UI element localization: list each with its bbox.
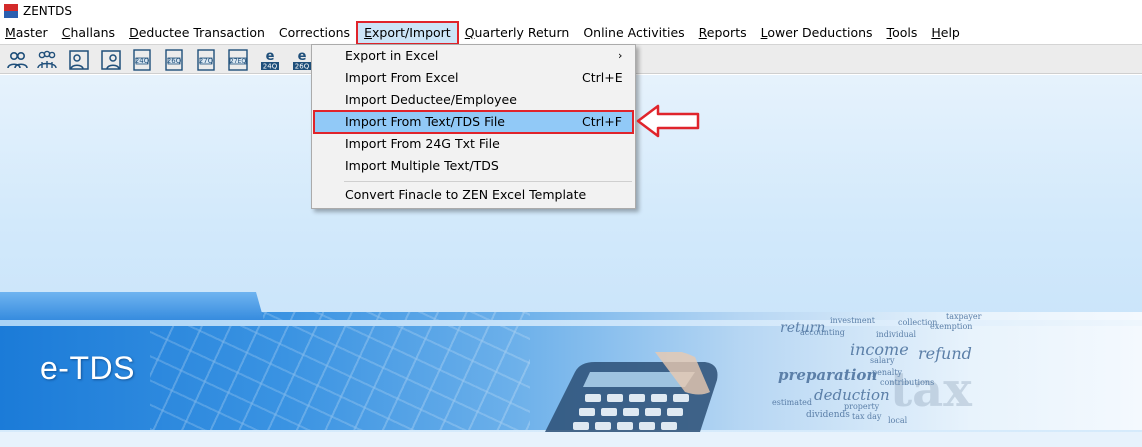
menu-label: aster	[15, 25, 48, 40]
menuitem-export-in-excel[interactable]: Export in Excel ›	[314, 45, 633, 67]
form-27q-icon[interactable]: 27Q	[194, 48, 218, 72]
menuitem-label: Import From 24G Txt File	[345, 136, 500, 151]
menu-reports[interactable]: Reports	[692, 22, 754, 44]
menu-label: ools	[892, 25, 918, 40]
banner-title: e-TDS	[40, 350, 135, 386]
form-label: 27Q	[199, 57, 214, 65]
export-import-dropdown: Export in Excel › Import From Excel Ctrl…	[311, 44, 636, 209]
menuitem-label: Export in Excel	[345, 48, 439, 63]
menu-accel: Q	[464, 25, 475, 40]
menuitem-convert-finacle[interactable]: Convert Finacle to ZEN Excel Template	[314, 184, 633, 206]
menu-separator	[344, 181, 632, 182]
banner-grid-pattern	[150, 312, 530, 430]
word-refund: refund	[918, 344, 972, 363]
word-collection: collection	[898, 318, 938, 327]
menu-bar: Master Challans Deductee Transaction Cor…	[0, 21, 1142, 45]
word-preparation: preparation	[778, 366, 878, 384]
word-taxpayer: taxpayer	[946, 312, 982, 321]
menu-label: eductee Transaction	[138, 25, 265, 40]
menu-label: Corrections	[278, 25, 351, 40]
word-individual: individual	[876, 330, 917, 339]
bottom-strip	[0, 432, 1142, 447]
menu-accel: R	[698, 25, 707, 40]
menu-accel: H	[931, 25, 941, 40]
menuitem-shortcut: Ctrl+F	[582, 114, 622, 129]
menu-deductee-transaction[interactable]: Deductee Transaction	[122, 22, 272, 44]
menuitem-label: Import From Text/TDS File	[345, 114, 505, 129]
menu-challans[interactable]: Challans	[55, 22, 122, 44]
menuitem-import-from-text-tds-file[interactable]: Import From Text/TDS File Ctrl+F	[313, 110, 634, 134]
word-contributions: contributions	[880, 378, 935, 387]
menu-online-activities[interactable]: Online Activities	[576, 22, 691, 44]
menu-accel: D	[129, 25, 139, 40]
etds-banner: e-TDS income refund preparation deductio…	[0, 292, 1142, 432]
menu-export-import[interactable]: Export/Import	[356, 21, 459, 45]
word-estimated: estimated	[772, 398, 813, 407]
form-24q-icon[interactable]: 24Q	[130, 48, 154, 72]
menu-label: Online Activities	[583, 25, 685, 40]
window-title: ZENTDS	[23, 4, 72, 18]
word-tax: tax	[890, 362, 972, 418]
menu-label: eports	[706, 25, 747, 40]
word-salary: salary	[870, 356, 895, 365]
word-penalty: penalty	[872, 368, 903, 377]
word-accounting: accounting	[800, 328, 845, 337]
menu-label: uarterly Return	[474, 25, 570, 40]
menuitem-label: Convert Finacle to ZEN Excel Template	[345, 187, 587, 202]
zen-logo-icon	[4, 4, 18, 18]
employee-icon[interactable]	[67, 48, 91, 72]
title-bar: ZENTDS	[0, 0, 1142, 22]
menuitem-label: Import Deductee/Employee	[345, 92, 517, 107]
e-24q-icon[interactable]: e 24Q	[258, 48, 282, 72]
menuitem-import-multiple-text-tds[interactable]: Import Multiple Text/TDS	[314, 155, 633, 177]
person-details-icon[interactable]	[99, 48, 123, 72]
word-local: local	[888, 416, 908, 425]
menuitem-label: Import Multiple Text/TDS	[345, 158, 499, 173]
deductees-group-icon[interactable]	[35, 48, 59, 72]
deductor-icon[interactable]	[5, 48, 29, 72]
tax-word-cloud: income refund preparation deduction tax …	[770, 312, 1142, 430]
calculator-image	[545, 352, 718, 432]
menuitem-shortcut: Ctrl+E	[582, 70, 623, 85]
menuitem-label: Import From Excel	[345, 70, 459, 85]
menuitem-import-from-excel[interactable]: Import From Excel Ctrl+E	[314, 67, 633, 89]
menu-master[interactable]: Master	[0, 22, 55, 44]
menu-label: ower Deductions	[767, 25, 873, 40]
form-label: 27EQ	[230, 58, 246, 65]
menu-quarterly-return[interactable]: Quarterly Return	[458, 22, 577, 44]
form-label: 26Q	[167, 57, 182, 65]
word-dividends: dividends	[806, 410, 850, 420]
menu-label: elp	[940, 25, 960, 40]
menu-label: xport/Import	[371, 25, 451, 40]
word-investment: investment	[830, 316, 875, 325]
form-label: 26Q	[295, 63, 310, 71]
menu-accel: E	[364, 25, 372, 40]
left-arrow-annotation-icon	[636, 104, 700, 138]
menu-tools[interactable]: Tools	[880, 22, 925, 44]
menu-lower-deductions[interactable]: Lower Deductions	[754, 22, 880, 44]
word-tax-day: tax day	[852, 412, 882, 421]
submenu-arrow-icon: ›	[618, 49, 623, 62]
menu-help[interactable]: Help	[924, 22, 967, 44]
form-label: 24Q	[263, 63, 278, 71]
menuitem-import-deductee-employee[interactable]: Import Deductee/Employee	[314, 89, 633, 111]
word-property: property	[844, 402, 880, 411]
form-27eq-icon[interactable]: 27EQ	[226, 48, 250, 72]
menu-corrections[interactable]: Corrections	[272, 22, 357, 44]
form-label: 24Q	[135, 57, 150, 65]
menu-accel: M	[5, 25, 16, 40]
menuitem-import-from-24g-txt-file[interactable]: Import From 24G Txt File	[314, 133, 633, 155]
form-26q-icon[interactable]: 26Q	[162, 48, 186, 72]
menu-label: hallans	[70, 25, 116, 40]
